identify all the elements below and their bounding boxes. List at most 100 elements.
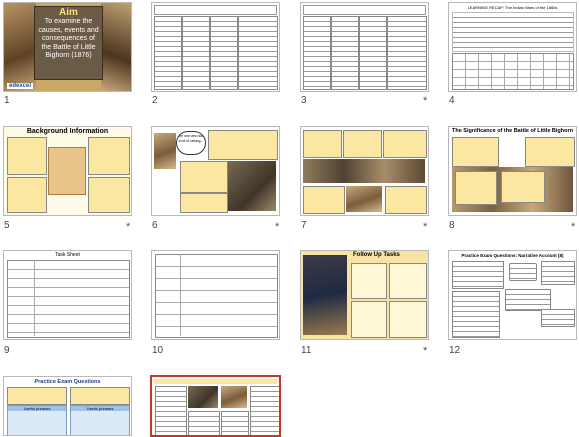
slide-thumbnail-10[interactable] [151, 250, 280, 340]
question-table-divider [180, 254, 181, 336]
text-box-right-bottom [88, 177, 130, 213]
slide-thumbnail-7[interactable] [300, 126, 429, 216]
text-box-2 [343, 130, 382, 158]
slide-number-3: 3 [301, 95, 307, 106]
text-box-pink [221, 411, 249, 435]
text-box-top-left [452, 137, 499, 167]
phrases-left: Useful phrases [7, 405, 67, 435]
slide-thumbnail-11[interactable]: Follow Up Tasks [300, 250, 429, 340]
hint-box-4 [541, 309, 575, 327]
portrait-photo [154, 133, 176, 169]
text-box-left-bottom [7, 177, 47, 213]
useful-phrases-box [452, 291, 500, 338]
slide-thumbnail-14-selected[interactable] [150, 375, 281, 437]
slide-title: LEARNING RECAP: The Indian Wars of the 1… [467, 5, 558, 10]
slide-number-2: 2 [152, 95, 158, 106]
slide-thumbnail-12[interactable]: Practice Exam Questions: Narrative Accou… [448, 250, 577, 340]
animation-star-6: * [275, 221, 280, 233]
slide-number-9: 9 [4, 345, 10, 356]
battle-painting [303, 159, 425, 183]
phrases-right-heading: Useful phrases [71, 406, 129, 411]
table-grid [452, 53, 574, 90]
column-yellow [154, 16, 182, 90]
text-box-middle [180, 161, 228, 193]
text-box-green [188, 411, 220, 435]
slide-number-4: 4 [449, 95, 455, 106]
task-table-divider [34, 260, 35, 336]
hint-box-2 [541, 261, 575, 285]
column-blue [182, 16, 210, 90]
usa-map [48, 147, 86, 195]
text-box-top [208, 130, 278, 160]
animation-star-8: * [571, 221, 576, 233]
chief-portrait [346, 186, 382, 212]
aim-label: Aim [59, 7, 78, 18]
slide-number-12: 12 [449, 345, 461, 356]
question-left [7, 387, 67, 405]
text-box-1 [303, 130, 342, 158]
slide-title: Background Information [26, 128, 109, 135]
question-right [70, 387, 130, 405]
text-box-right-top [88, 137, 130, 175]
column-pink [238, 16, 278, 90]
slide-title: Practice Exam Questions [34, 379, 101, 385]
text-box-yellow [155, 386, 187, 435]
battle-image-1 [188, 386, 218, 408]
chief-portrait-right [101, 3, 131, 91]
text-box-4 [303, 186, 345, 214]
slide-number-5: 5 [4, 220, 10, 231]
text-box-blue [250, 386, 279, 435]
text-block [452, 12, 574, 52]
task-box-4 [389, 301, 427, 338]
hint-box-1 [509, 263, 537, 281]
slide-number-10: 10 [152, 345, 164, 356]
hint-box-3 [505, 289, 551, 311]
task-box-2 [389, 263, 427, 299]
column-green [359, 16, 387, 90]
slide-thumbnail-9[interactable]: Task Sheet [3, 250, 132, 340]
animation-star-5: * [126, 221, 131, 233]
slide-title: Practice Exam Questions: Narrative Accou… [461, 253, 564, 258]
slide-thumbnail-3[interactable] [300, 2, 429, 92]
slide-thumbnail-4[interactable]: LEARNING RECAP: The Indian Wars of the 1… [448, 2, 577, 92]
battle-image-2 [221, 386, 247, 408]
text-box-bottom-right [501, 171, 545, 203]
task-box-3 [351, 301, 387, 338]
question-table [155, 254, 278, 338]
speech-bubble: The one who said a lot of raising... [176, 131, 206, 155]
task-box-1 [351, 263, 387, 299]
slide-title: Follow Up Tasks [353, 252, 400, 258]
slide-thumbnail-8[interactable]: The Significance of the Battle of Little… [448, 126, 577, 216]
slide-number-8: 8 [449, 220, 455, 231]
text-box-top-right [525, 137, 575, 167]
animation-star-7: * [423, 221, 428, 233]
column-yellow [303, 16, 331, 90]
question-box [452, 261, 504, 289]
slide-number-6: 6 [152, 220, 158, 231]
slide-header [303, 5, 426, 15]
column-blue [331, 16, 359, 90]
text-box-left-top [7, 137, 47, 175]
custer-portrait [303, 255, 347, 335]
slide-title: The Significance of the Battle of Little… [451, 128, 573, 134]
chief-portrait-left [4, 3, 36, 91]
slide-thumbnail-6[interactable]: The one who said a lot of raising... [151, 126, 280, 216]
slide-thumbnail-5[interactable]: Background Information [3, 126, 132, 216]
slide-thumbnail-1[interactable]: Aim To examine the causes, events and co… [3, 2, 132, 92]
slide-header [154, 5, 277, 15]
phrases-right: Useful phrases [70, 405, 130, 435]
slide-thumbnail-2[interactable] [151, 2, 280, 92]
battle-painting [228, 161, 276, 211]
slide-number-11: 11 [301, 345, 312, 356]
animation-star-3: * [423, 95, 428, 107]
aim-box: Aim To examine the causes, events and co… [34, 6, 103, 80]
edexcel-logo: edexcel [7, 83, 34, 89]
slide-number-7: 7 [301, 220, 307, 231]
text-box-bottom [180, 193, 228, 213]
column-green [210, 16, 238, 90]
text-box-3 [383, 130, 427, 158]
text-box-5 [385, 186, 427, 214]
animation-star-11: * [423, 345, 428, 357]
slide-number-1: 1 [4, 95, 10, 106]
slide-thumbnail-13[interactable]: Practice Exam Questions Useful phrases U… [3, 376, 132, 436]
